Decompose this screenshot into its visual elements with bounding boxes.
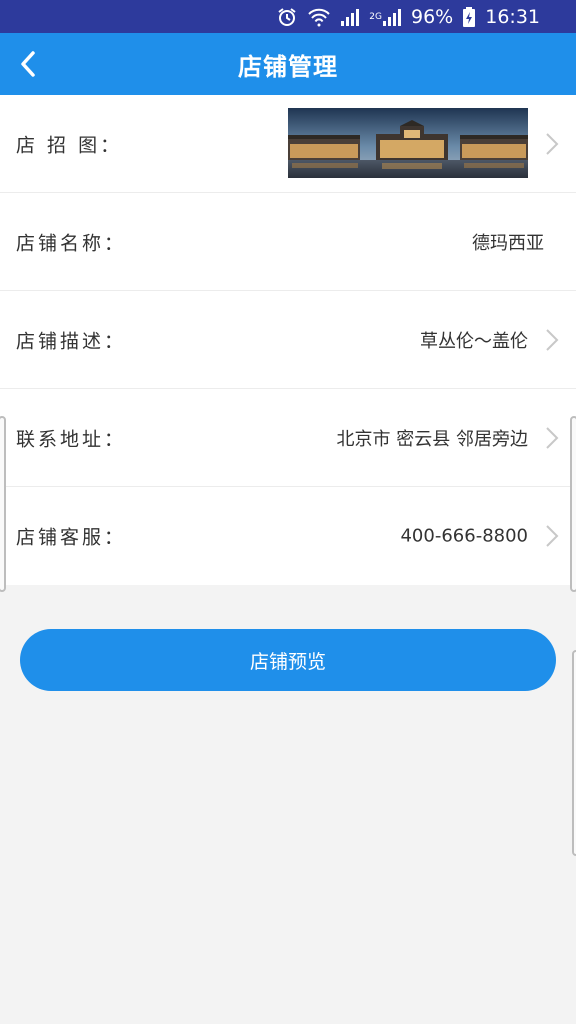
right-edge-handle-lower[interactable] <box>572 650 576 856</box>
row-shop-banner[interactable]: 店 招 图： <box>0 95 576 193</box>
row-customer-service[interactable]: 店铺客服： 400-666-8800 <box>0 487 576 585</box>
battery-percent: 96% <box>411 5 454 28</box>
row-value: 400-666-8800 <box>400 525 528 547</box>
row-label: 店 招 图： <box>16 134 123 156</box>
page-title: 店铺管理 <box>238 52 338 81</box>
back-button[interactable] <box>8 39 48 89</box>
shop-settings-list: 店 招 图： 店铺名称： 德玛西亚 店铺描述： 草丛伦～盖伦 联系地址： 北京市… <box>0 95 576 585</box>
app-header: 店铺管理 <box>0 33 576 95</box>
row-label: 店铺描述： <box>16 330 127 352</box>
row-value: 德玛西亚 <box>472 232 544 254</box>
row-value: 草丛伦～盖伦 <box>420 330 528 352</box>
alarm-icon <box>277 7 297 27</box>
wifi-icon <box>307 7 331 27</box>
status-bar: 2G 96% 16:31 <box>0 0 576 33</box>
signal-icon <box>341 8 360 26</box>
row-label: 联系地址： <box>16 428 127 450</box>
chevron-right-icon <box>546 426 559 449</box>
left-edge-handle[interactable] <box>0 416 6 592</box>
right-edge-handle[interactable] <box>570 416 576 592</box>
row-shop-description[interactable]: 店铺描述： 草丛伦～盖伦 <box>0 291 576 389</box>
signal-2g-icon: 2G <box>369 8 401 26</box>
row-label: 店铺名称： <box>16 232 127 254</box>
chevron-right-icon <box>546 132 559 155</box>
chevron-right-icon <box>546 328 559 351</box>
row-value: 北京市 密云县 邻居旁边 <box>336 428 528 450</box>
chevron-right-icon <box>546 525 559 547</box>
row-shop-name[interactable]: 店铺名称： 德玛西亚 <box>0 193 576 291</box>
shop-preview-button[interactable]: 店铺预览 <box>20 629 556 691</box>
back-chevron-icon <box>21 51 35 77</box>
battery-charging-icon <box>463 6 476 27</box>
row-label: 店铺客服： <box>16 526 127 549</box>
clock-time: 16:31 <box>485 5 540 28</box>
row-contact-address[interactable]: 联系地址： 北京市 密云县 邻居旁边 <box>0 389 576 487</box>
banner-image[interactable] <box>288 108 528 178</box>
